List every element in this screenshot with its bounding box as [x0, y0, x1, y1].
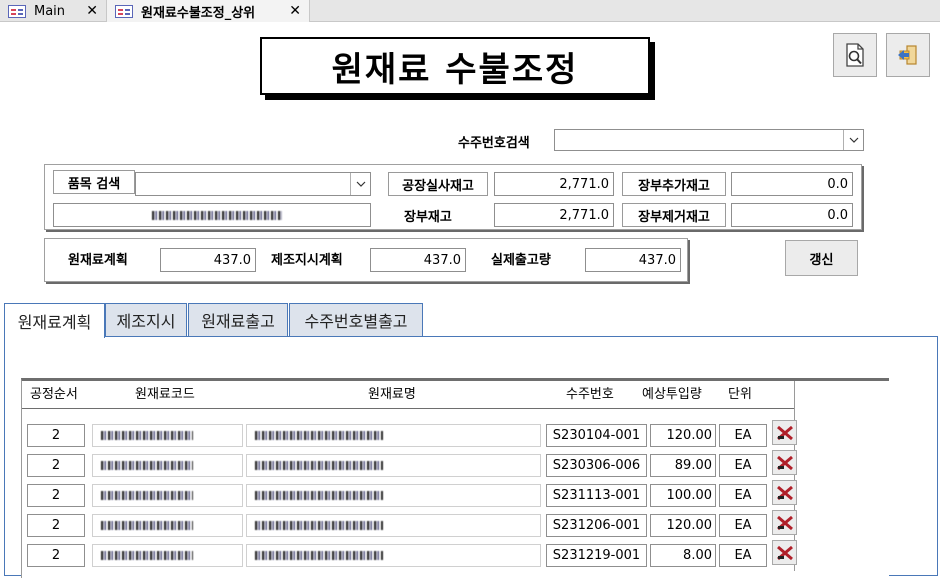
factory-actual-stock-field[interactable]: 2,771.0: [494, 172, 614, 196]
masked-code: [101, 551, 193, 560]
header-material-code: 원재료코드: [135, 387, 195, 402]
book-add-stock-label: 장부추가재고: [622, 172, 726, 196]
cell-seq[interactable]: 2: [27, 514, 85, 537]
book-add-stock-field[interactable]: 0.0: [731, 172, 853, 196]
tab-issue-by-order[interactable]: 수주번호별출고: [289, 303, 423, 336]
cell-unit[interactable]: EA: [719, 424, 767, 447]
tab-material-plan[interactable]: 원재료계획: [4, 303, 105, 338]
doc-tab-main[interactable]: Main ✕: [0, 0, 106, 22]
masked-name: [255, 431, 383, 440]
delete-icon: [776, 485, 793, 500]
cell-seq[interactable]: 2: [27, 484, 85, 507]
cell-material-code[interactable]: [92, 424, 243, 447]
cell-seq[interactable]: 2: [27, 454, 85, 477]
header-unit: 단위: [728, 387, 752, 402]
refresh-button[interactable]: 갱신: [785, 240, 858, 276]
actual-issue-label: 실제출고량: [491, 253, 551, 268]
doc-tab-main-label: Main: [34, 3, 66, 19]
delete-row-button[interactable]: [772, 510, 797, 535]
item-name-field[interactable]: [53, 203, 371, 227]
tab-production-order[interactable]: 제조지시: [105, 303, 187, 336]
chevron-down-icon[interactable]: [350, 173, 370, 195]
delete-row-button[interactable]: [772, 540, 797, 565]
header-expected-qty: 예상투입량: [642, 387, 702, 402]
doc-tab-material-adjust-label: 원재료수불조정_상위: [141, 5, 256, 21]
masked-name: [255, 491, 383, 500]
exit-button[interactable]: [886, 33, 930, 77]
header-seq: 공정순서: [30, 387, 78, 402]
cell-unit[interactable]: EA: [719, 484, 767, 507]
cell-order-no[interactable]: S231219-001: [546, 544, 647, 567]
cell-unit[interactable]: EA: [719, 514, 767, 537]
form-icon: [8, 4, 26, 18]
cell-material-code[interactable]: [92, 454, 243, 477]
production-plan-label: 제조지시계획: [271, 253, 343, 268]
header-order-no: 수주번호: [566, 387, 614, 402]
delete-row-button[interactable]: [772, 420, 797, 445]
cell-material-name[interactable]: [246, 484, 541, 507]
cell-material-code[interactable]: [92, 514, 243, 537]
form-icon: [115, 4, 133, 18]
book-stock-label: 장부재고: [404, 210, 452, 225]
chevron-down-icon[interactable]: [843, 130, 863, 150]
book-remove-stock-label: 장부제거재고: [622, 203, 726, 227]
book-remove-stock-field[interactable]: 0.0: [731, 203, 853, 227]
exit-icon: [898, 45, 917, 65]
material-plan-label: 원재료계획: [68, 253, 128, 268]
cell-material-name[interactable]: [246, 454, 541, 477]
cell-material-code[interactable]: [92, 484, 243, 507]
cell-material-name[interactable]: [246, 544, 541, 567]
factory-actual-stock-label: 공장실사재고: [388, 172, 488, 196]
delete-row-button[interactable]: [772, 480, 797, 505]
masked-item-name: [152, 210, 282, 220]
close-icon[interactable]: ✕: [289, 3, 301, 19]
cell-expected-qty[interactable]: 89.00: [650, 454, 716, 477]
delete-icon: [776, 425, 793, 440]
page-title: 원재료 수불조정: [260, 37, 650, 95]
print-preview-icon: [846, 43, 864, 67]
masked-code: [101, 521, 193, 530]
cell-unit[interactable]: EA: [719, 454, 767, 477]
production-plan-field[interactable]: 437.0: [370, 248, 466, 272]
cell-expected-qty[interactable]: 100.00: [650, 484, 716, 507]
book-stock-field[interactable]: 2,771.0: [494, 203, 614, 227]
doc-tab-material-adjust[interactable]: 원재료수불조정_상위 ✕: [106, 0, 310, 22]
masked-name: [255, 461, 383, 470]
material-plan-field[interactable]: 437.0: [160, 248, 256, 272]
cell-order-no[interactable]: S231206-001: [546, 514, 647, 537]
masked-name: [255, 521, 383, 530]
print-preview-button[interactable]: [833, 33, 877, 77]
cell-material-code[interactable]: [92, 544, 243, 567]
delete-icon: [776, 545, 793, 560]
cell-expected-qty[interactable]: 120.00: [650, 424, 716, 447]
actual-issue-field[interactable]: 437.0: [585, 248, 681, 272]
cell-expected-qty[interactable]: 8.00: [650, 544, 716, 567]
cell-order-no[interactable]: S231113-001: [546, 484, 647, 507]
masked-name: [255, 551, 383, 560]
masked-code: [101, 461, 193, 470]
cell-order-no[interactable]: S230104-001: [546, 424, 647, 447]
item-search-label: 품목 검색: [53, 170, 135, 194]
delete-icon: [776, 455, 793, 470]
delete-icon: [776, 515, 793, 530]
cell-order-no[interactable]: S230306-006: [546, 454, 647, 477]
order-search-label: 수주번호검색: [458, 136, 530, 151]
delete-row-button[interactable]: [772, 450, 797, 475]
order-search-combo[interactable]: [554, 129, 864, 151]
header-material-name: 원재료명: [368, 387, 416, 402]
cell-material-name[interactable]: [246, 424, 541, 447]
masked-code: [101, 431, 193, 440]
close-icon[interactable]: ✕: [86, 3, 98, 19]
masked-code: [101, 491, 193, 500]
cell-unit[interactable]: EA: [719, 544, 767, 567]
tab-material-issue[interactable]: 원재료출고: [188, 303, 288, 336]
cell-seq[interactable]: 2: [27, 424, 85, 447]
document-tab-bar: Main ✕ 원재료수불조정_상위 ✕: [0, 0, 940, 22]
grid-header-divider: [22, 408, 795, 409]
cell-material-name[interactable]: [246, 514, 541, 537]
cell-expected-qty[interactable]: 120.00: [650, 514, 716, 537]
cell-seq[interactable]: 2: [27, 544, 85, 567]
item-search-combo[interactable]: [135, 172, 371, 196]
